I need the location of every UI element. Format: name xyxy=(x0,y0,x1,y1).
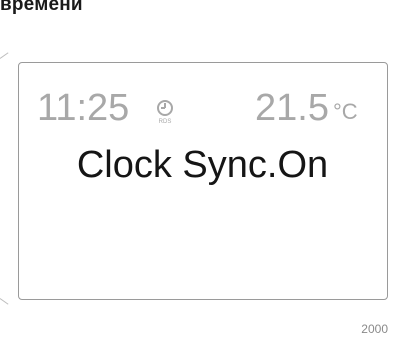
clock-sync-message: Clock Sync.On xyxy=(76,144,329,186)
figure-code: 2000 xyxy=(361,322,388,336)
rds-label: RDS xyxy=(159,119,172,125)
section-heading: времени xyxy=(0,0,83,15)
outside-temperature: 21.5 xyxy=(255,87,329,129)
clock-time: 11:25 xyxy=(37,87,130,129)
temperature-unit: °C xyxy=(333,99,358,124)
display-status-line: 11:25 RDS 21.5 °C xyxy=(37,83,371,133)
clock-rds-icon: RDS xyxy=(155,98,175,126)
frame-corner-mark xyxy=(0,52,9,59)
manual-page: времени 11:25 RDS 21.5 °C Clock Sync.On … xyxy=(0,0,396,345)
radio-display-screen: 11:25 RDS 21.5 °C Clock Sync.On xyxy=(18,62,388,300)
frame-corner-mark xyxy=(0,298,9,305)
